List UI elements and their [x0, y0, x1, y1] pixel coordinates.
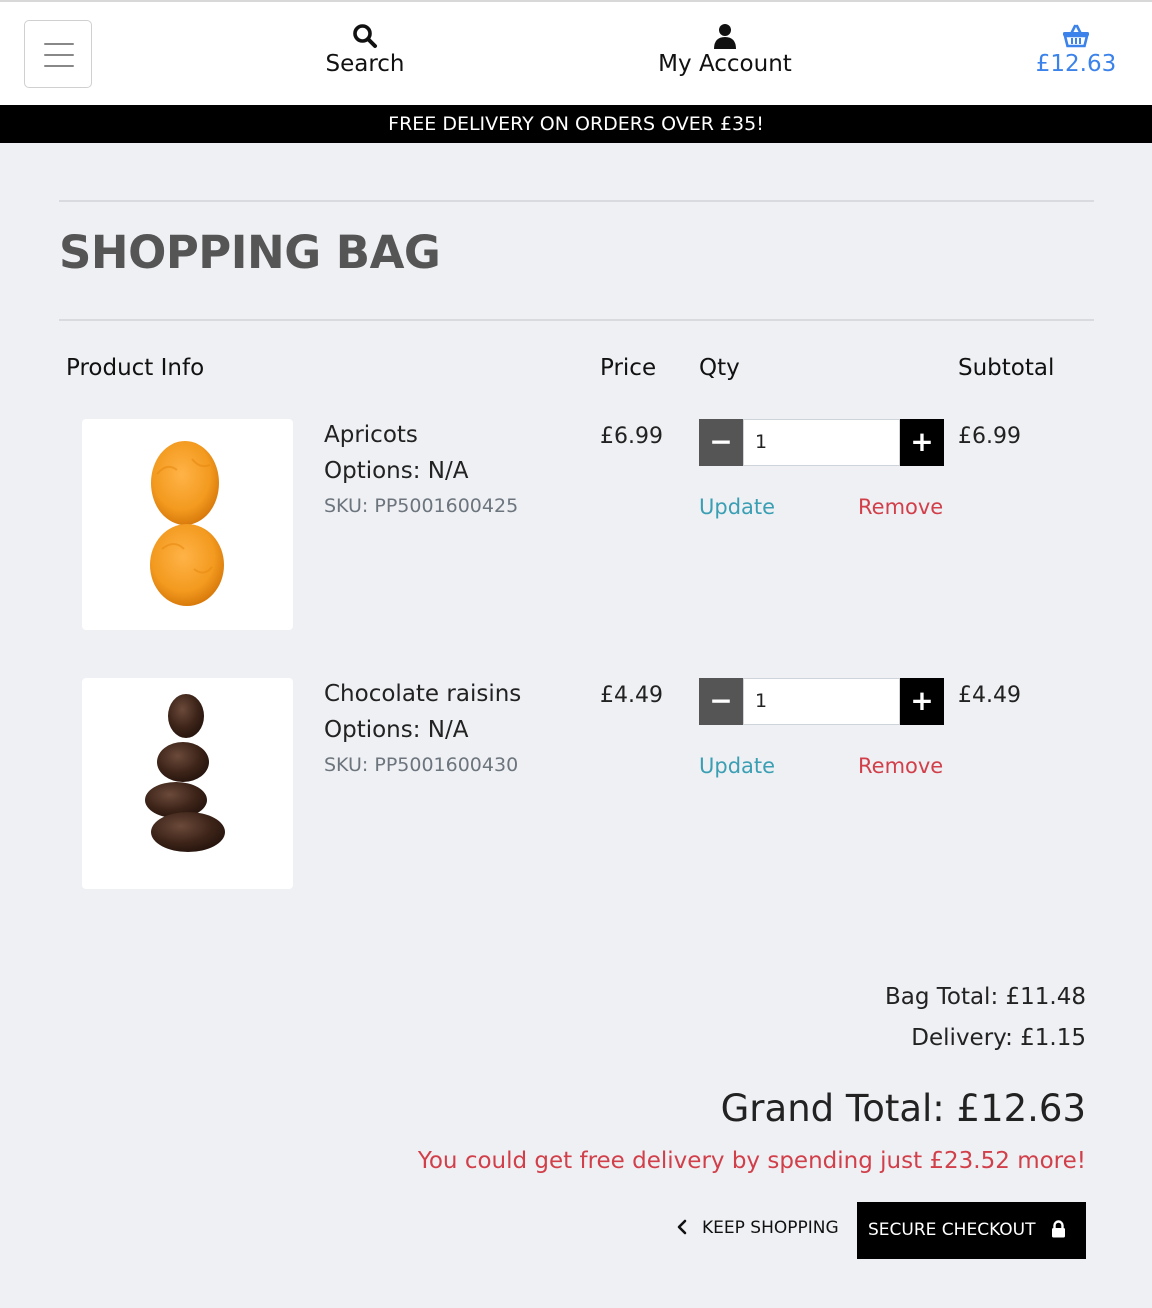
increment-qty-button[interactable]: +	[900, 419, 944, 466]
header-subtotal: Subtotal	[958, 355, 1055, 381]
nav-search-label: Search	[325, 51, 405, 77]
delivery-cost: Delivery: £1.15	[911, 1025, 1086, 1051]
decrement-qty-button[interactable]: −	[699, 419, 743, 466]
chevron-left-icon	[677, 1219, 687, 1235]
remove-link[interactable]: Remove	[858, 754, 943, 778]
product-price: £6.99	[600, 424, 663, 449]
user-icon	[714, 24, 736, 49]
quantity-stepper: − 1 +	[699, 678, 944, 725]
product-name[interactable]: Chocolate raisins	[324, 681, 521, 707]
site-header: Search My Account £12.63	[0, 2, 1152, 105]
header-qty: Qty	[699, 355, 740, 381]
nav-account-link[interactable]: My Account	[620, 23, 830, 77]
nav-bag-link[interactable]: £12.63	[1020, 23, 1132, 77]
basket-icon	[1063, 24, 1089, 48]
page-title: SHOPPING BAG	[59, 226, 441, 279]
divider-bottom	[59, 319, 1094, 321]
header-price: Price	[600, 355, 657, 381]
search-icon	[353, 24, 377, 48]
free-delivery-banner: FREE DELIVERY ON ORDERS OVER £35!	[0, 105, 1152, 143]
product-sku: SKU: PP5001600425	[324, 495, 519, 517]
product-name[interactable]: Apricots	[324, 422, 418, 448]
nav-account-label: My Account	[658, 51, 792, 77]
nav-bag-total: £12.63	[1035, 51, 1117, 77]
product-image-apricots[interactable]	[82, 419, 293, 630]
menu-toggle-button[interactable]	[24, 20, 92, 88]
quantity-input[interactable]: 1	[743, 678, 900, 725]
secure-checkout-label: SECURE CHECKOUT	[868, 1220, 1036, 1240]
grand-total: Grand Total: £12.63	[720, 1087, 1086, 1130]
quantity-stepper: − 1 +	[699, 419, 944, 466]
bag-total: Bag Total: £11.48	[884, 984, 1086, 1010]
chocolate-raisins-image	[145, 694, 225, 852]
product-options: Options: N/A	[324, 717, 469, 743]
divider-top	[59, 200, 1094, 202]
product-price: £4.49	[600, 683, 663, 708]
product-options: Options: N/A	[324, 458, 469, 484]
keep-shopping-label: KEEP SHOPPING	[702, 1218, 839, 1238]
decrement-qty-button[interactable]: −	[699, 678, 743, 725]
keep-shopping-button[interactable]: KEEP SHOPPING	[676, 1218, 839, 1238]
lock-icon	[1051, 1220, 1065, 1238]
product-image-chocolate-raisins[interactable]	[82, 678, 293, 889]
update-link[interactable]: Update	[699, 495, 775, 519]
update-link[interactable]: Update	[699, 754, 775, 778]
product-sku: SKU: PP5001600430	[324, 754, 519, 776]
nav-search-link[interactable]: Search	[300, 23, 430, 77]
product-subtotal: £6.99	[958, 424, 1021, 449]
apricot-image	[150, 441, 224, 606]
secure-checkout-button[interactable]: SECURE CHECKOUT	[857, 1202, 1086, 1259]
hamburger-icon	[44, 43, 74, 45]
header-product-info: Product Info	[66, 355, 205, 381]
increment-qty-button[interactable]: +	[900, 678, 944, 725]
remove-link[interactable]: Remove	[858, 495, 943, 519]
quantity-input[interactable]: 1	[743, 419, 900, 466]
free-delivery-message: You could get free delivery by spending …	[417, 1148, 1086, 1174]
product-subtotal: £4.49	[958, 683, 1021, 708]
